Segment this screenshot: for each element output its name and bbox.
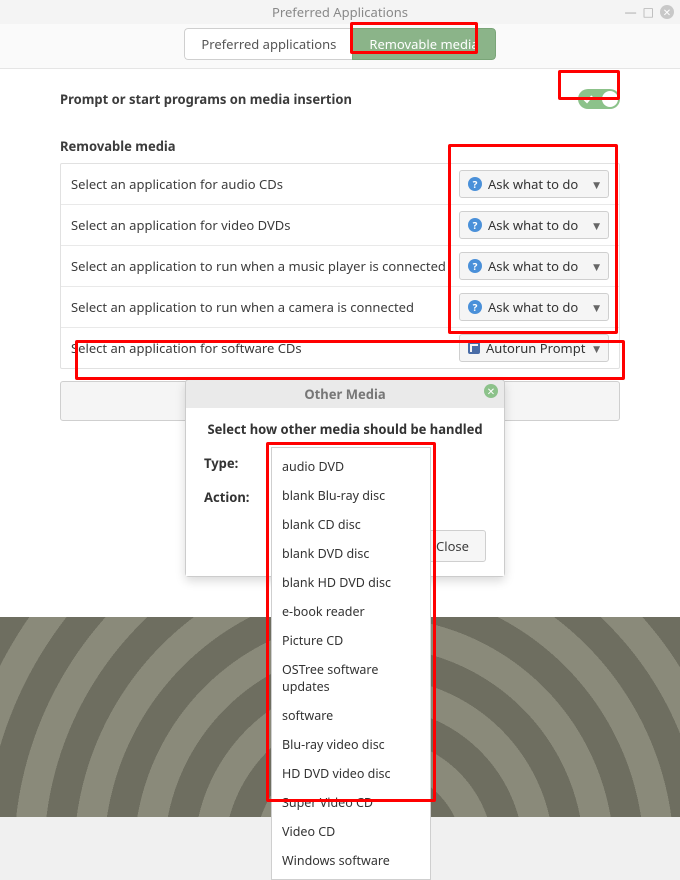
chevron-down-icon: ▼ xyxy=(593,342,600,355)
type-option[interactable]: blank DVD disc xyxy=(272,539,430,568)
tab-bar: Preferred applications Removable media xyxy=(0,24,680,68)
row-audio-cd: Select an application for audio CDs ? As… xyxy=(61,164,619,205)
chevron-down-icon: ▼ xyxy=(593,260,600,273)
prompt-toggle[interactable] xyxy=(578,89,620,109)
maximize-icon[interactable]: □ xyxy=(643,0,654,24)
type-option[interactable]: Super Video CD xyxy=(272,788,430,817)
dialog-close-icon[interactable]: ✕ xyxy=(484,384,498,398)
toggle-knob xyxy=(602,91,618,107)
question-icon: ? xyxy=(468,218,482,232)
type-option[interactable]: Windows software xyxy=(272,846,430,875)
combo-camera[interactable]: ? Ask what to do ▼ xyxy=(459,293,609,321)
row-label: Select an application for software CDs xyxy=(71,339,302,357)
row-label: Select an application for video DVDs xyxy=(71,216,291,234)
dialog-title: Other Media xyxy=(304,385,385,403)
chevron-down-icon: ▼ xyxy=(593,301,600,314)
row-music-player: Select an application to run when a musi… xyxy=(61,246,619,287)
combo-value: Autorun Prompt xyxy=(486,339,585,357)
dialog-titlebar: Other Media ✕ xyxy=(186,380,504,408)
type-option[interactable]: Blu-ray video disc xyxy=(272,730,430,759)
type-option[interactable]: HD DVD video disc xyxy=(272,759,430,788)
check-icon xyxy=(583,94,593,104)
combo-value: Ask what to do xyxy=(488,175,578,193)
tab-removable-media[interactable]: Removable media xyxy=(352,28,495,60)
row-software-cd: Select an application for software CDs A… xyxy=(61,328,619,368)
row-label: Select an application to run when a came… xyxy=(71,298,414,316)
question-icon: ? xyxy=(468,177,482,191)
type-option[interactable]: Video CD xyxy=(272,817,430,846)
row-label: Select an application for audio CDs xyxy=(71,175,283,193)
action-label: Action: xyxy=(204,488,274,506)
question-icon: ? xyxy=(468,259,482,273)
type-label: Type: xyxy=(204,454,274,472)
type-option[interactable]: OSTree software updates xyxy=(272,655,430,701)
type-option[interactable]: Picture CD xyxy=(272,626,430,655)
type-option[interactable]: blank Blu-ray disc xyxy=(272,481,430,510)
type-dropdown[interactable]: audio DVD blank Blu-ray disc blank CD di… xyxy=(271,447,431,880)
combo-value: Ask what to do xyxy=(488,298,578,316)
combo-software-cd[interactable]: Autorun Prompt ▼ xyxy=(459,334,609,362)
type-option[interactable]: software xyxy=(272,701,430,730)
combo-value: Ask what to do xyxy=(488,257,578,275)
type-option[interactable]: e-book reader xyxy=(272,597,430,626)
window-title: Preferred Applications xyxy=(272,3,408,21)
chevron-down-icon: ▼ xyxy=(593,219,600,232)
minimize-icon[interactable]: — xyxy=(625,0,637,24)
combo-music-player[interactable]: ? Ask what to do ▼ xyxy=(459,252,609,280)
type-option[interactable]: audio DVD xyxy=(272,452,430,481)
combo-audio-cd[interactable]: ? Ask what to do ▼ xyxy=(459,170,609,198)
row-label: Select an application to run when a musi… xyxy=(71,257,446,275)
combo-value: Ask what to do xyxy=(488,216,578,234)
row-camera: Select an application to run when a came… xyxy=(61,287,619,328)
section-title: Removable media xyxy=(60,137,620,155)
type-option[interactable]: blank HD DVD disc xyxy=(272,568,430,597)
type-option[interactable]: blank CD disc xyxy=(272,510,430,539)
prompt-toggle-label: Prompt or start programs on media insert… xyxy=(60,90,352,108)
titlebar: Preferred Applications — □ ✕ xyxy=(0,0,680,24)
autorun-icon xyxy=(468,342,480,354)
row-video-dvd: Select an application for video DVDs ? A… xyxy=(61,205,619,246)
media-list: Select an application for audio CDs ? As… xyxy=(60,163,620,369)
tab-preferred-applications[interactable]: Preferred applications xyxy=(184,28,352,60)
combo-video-dvd[interactable]: ? Ask what to do ▼ xyxy=(459,211,609,239)
question-icon: ? xyxy=(468,300,482,314)
close-icon[interactable]: ✕ xyxy=(660,5,674,19)
chevron-down-icon: ▼ xyxy=(593,178,600,191)
